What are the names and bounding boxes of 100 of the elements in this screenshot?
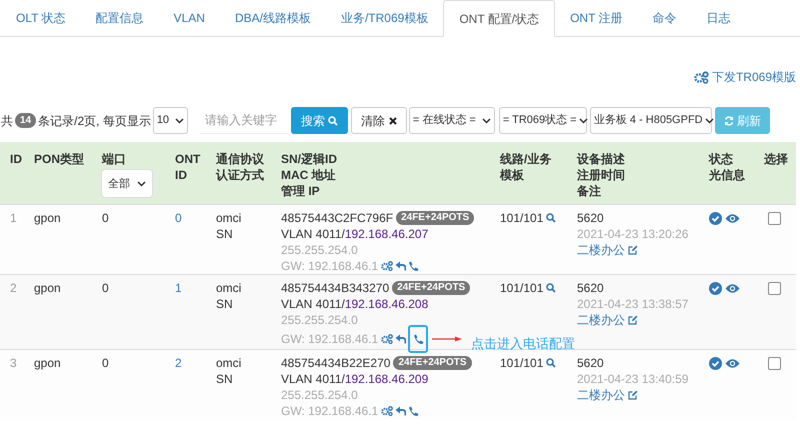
table-cell: gpon: [34, 280, 61, 296]
tr069-status-select[interactable]: = TR069状态 =: [498, 107, 587, 134]
model-badge: 24FE+24POTS: [392, 281, 470, 295]
eye-icon[interactable]: [725, 213, 740, 224]
caret-icon: [174, 118, 184, 124]
gears-icon[interactable]: [381, 261, 394, 271]
count-badge: 14: [15, 113, 36, 128]
table-cell: SN: [216, 296, 233, 312]
tab[interactable]: OLT 状态: [1, 0, 81, 36]
tab[interactable]: 日志: [692, 0, 746, 36]
eye-icon[interactable]: [725, 283, 740, 294]
close-icon: [388, 116, 397, 124]
column-header: 端口: [102, 151, 127, 167]
caret-icon: [137, 180, 146, 186]
row-id: 2: [10, 280, 17, 296]
reply-icon[interactable]: [395, 406, 406, 416]
column-header: 通信协议: [216, 151, 265, 167]
template-value: 101/101: [500, 355, 544, 371]
search-icon[interactable]: [546, 283, 556, 293]
search-button[interactable]: 搜索: [290, 107, 348, 134]
ip-link[interactable]: 192.168.46.208: [344, 296, 428, 312]
column-header: 状态: [709, 151, 734, 167]
tab[interactable]: VLAN: [158, 0, 220, 36]
vlan-label: VLAN 4011/: [281, 296, 345, 312]
edit-icon[interactable]: [628, 245, 638, 255]
reply-icon[interactable]: [395, 334, 406, 344]
gears-icon: [694, 70, 709, 84]
ip-link[interactable]: 192.168.46.209: [344, 371, 428, 387]
register-time: 2021-04-23 13:38:57: [577, 296, 688, 312]
eye-icon[interactable]: [725, 358, 740, 369]
table-cell: SN: [216, 371, 233, 387]
tab[interactable]: 配置信息: [80, 0, 159, 36]
row-checkbox[interactable]: [768, 212, 781, 225]
column-header: MAC 地址: [281, 167, 337, 183]
search-field[interactable]: 请输入关键字: [200, 107, 288, 134]
edit-icon[interactable]: [628, 390, 638, 400]
gears-icon[interactable]: [381, 406, 394, 416]
tab[interactable]: ONT 注册: [555, 0, 638, 36]
annotation-text: 点击进入电话配置: [471, 337, 576, 351]
port-filter-select[interactable]: 全部: [102, 170, 152, 197]
search-icon[interactable]: [546, 358, 556, 368]
row-checkbox[interactable]: [768, 357, 781, 370]
table-cell: gpon: [34, 210, 61, 226]
online-status-select[interactable]: = 在线状态 =: [408, 107, 495, 134]
caret-icon: [704, 118, 714, 124]
records-summary: 条记录/2页, 每页显示: [38, 112, 151, 130]
subnet-mask: 255.255.254.0: [281, 242, 358, 258]
serial-number: 485754434B22E270: [281, 355, 390, 371]
tab[interactable]: 业务/TR069模板: [326, 0, 444, 36]
column-header: 模板: [500, 167, 525, 183]
clear-button[interactable]: 清除: [350, 107, 407, 134]
column-header: 光信息: [709, 167, 746, 183]
template-value: 101/101: [500, 210, 544, 226]
serial-number: 48575443C2FC796F: [281, 210, 394, 226]
phone-icon[interactable]: [412, 334, 424, 344]
vlan-label: VLAN 4011/: [281, 226, 345, 242]
subnet-mask: 255.255.254.0: [281, 312, 358, 328]
note-link[interactable]: 二楼办公: [577, 312, 625, 328]
row-checkbox[interactable]: [768, 282, 781, 295]
ip-link[interactable]: 192.168.46.207: [344, 226, 428, 242]
ont-id-link[interactable]: 2: [175, 355, 182, 371]
column-header: SN/逻辑ID: [281, 151, 338, 167]
page-size-select[interactable]: 10: [152, 107, 188, 134]
edit-icon[interactable]: [628, 315, 638, 325]
vlan-label: VLAN 4011/: [281, 371, 345, 387]
column-header: PON类型: [34, 151, 86, 167]
column-header: ONT: [175, 151, 202, 167]
row-id: 3: [10, 355, 17, 371]
arrow-annotation: [432, 336, 462, 342]
board-select[interactable]: 业务板 4 - H805GPFD: [590, 107, 712, 134]
serial-number: 485754434B343270: [281, 280, 390, 296]
table-cell: SN: [216, 226, 233, 242]
tab[interactable]: ONT 配置/状态: [443, 0, 556, 37]
gateway: GW: 192.168.46.1: [281, 331, 378, 347]
note-link[interactable]: 二楼办公: [577, 242, 625, 258]
ont-id-link[interactable]: 1: [175, 280, 182, 296]
push-template-link[interactable]: 下发TR069模版: [694, 68, 796, 86]
phone-icon[interactable]: [408, 406, 420, 416]
register-time: 2021-04-23 13:20:26: [577, 226, 688, 242]
reply-icon[interactable]: [395, 261, 406, 271]
gears-icon[interactable]: [381, 334, 394, 344]
table-cell: gpon: [34, 355, 61, 371]
tab[interactable]: DBA/线路模板: [220, 0, 326, 36]
column-header: ID: [10, 151, 23, 167]
column-header: 认证方式: [216, 167, 265, 183]
search-icon[interactable]: [546, 213, 556, 223]
device-description: 5620: [577, 355, 604, 371]
device-description: 5620: [577, 210, 604, 226]
ont-id-link[interactable]: 0: [175, 210, 182, 226]
row-id: 1: [10, 210, 17, 226]
table-cell: 0: [102, 280, 109, 296]
table-cell: omci: [216, 280, 242, 296]
note-link[interactable]: 二楼办公: [577, 387, 625, 403]
tab[interactable]: 命令: [638, 0, 692, 36]
phone-icon[interactable]: [408, 260, 420, 272]
table-cell: 0: [102, 355, 109, 371]
column-header: 注册时间: [577, 167, 626, 183]
column-header: 选择: [764, 151, 789, 167]
caret-icon: [482, 118, 491, 124]
model-badge: 24FE+24POTS: [396, 211, 474, 225]
